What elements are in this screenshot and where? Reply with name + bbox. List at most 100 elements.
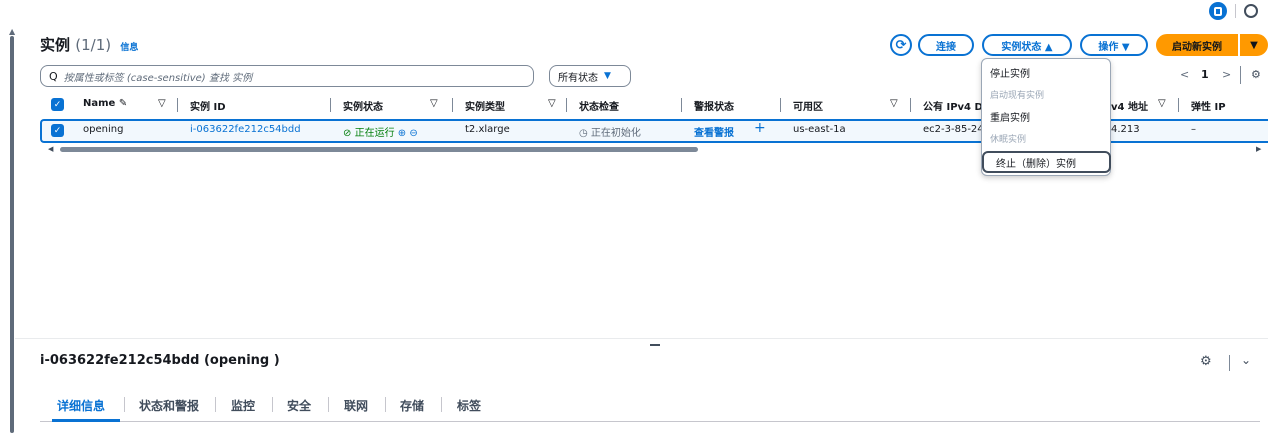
launch-instance-button[interactable]: 启动新实例 bbox=[1156, 34, 1238, 56]
pager-prev[interactable]: < bbox=[1180, 68, 1189, 81]
settings-icon[interactable] bbox=[1244, 4, 1258, 18]
col-type[interactable]: 实例类型 bbox=[465, 98, 505, 113]
divider bbox=[1178, 98, 1179, 112]
divider bbox=[1229, 355, 1230, 371]
page-number: 1 bbox=[1201, 68, 1209, 81]
col-elastic-ip[interactable]: 弹性 IP bbox=[1191, 98, 1226, 113]
top-right-icons bbox=[1209, 0, 1268, 22]
title-text: 实例 bbox=[40, 36, 71, 54]
detail-title: i-063622fe212c54bdd (opening ) bbox=[40, 353, 280, 368]
instance-state-button[interactable]: 实例状态 ▲ bbox=[982, 34, 1072, 56]
scroll-right-icon[interactable]: ▶ bbox=[1256, 145, 1261, 153]
caret-down-icon: ▼ bbox=[604, 71, 611, 81]
col-az[interactable]: 可用区 bbox=[793, 98, 823, 113]
menu-item-stop[interactable]: 停止实例 bbox=[990, 65, 1030, 80]
state-filter-label: 所有状态 bbox=[558, 72, 598, 84]
col-ipv4[interactable]: v4 地址 bbox=[1111, 98, 1148, 113]
instance-id-link[interactable]: i-063622fe212c54bdd bbox=[190, 124, 301, 135]
divider bbox=[215, 397, 216, 412]
tab-tags[interactable]: 标签 bbox=[457, 397, 481, 414]
add-alarm-button[interactable]: + bbox=[754, 120, 766, 136]
cell-type: t2.xlarge bbox=[465, 124, 510, 135]
cloudshell-icon[interactable] bbox=[1209, 2, 1227, 20]
cell-state: ⊘ 正在运行 ⊕ ⊖ bbox=[343, 124, 418, 139]
menu-item-hibernate: 休眠实例 bbox=[990, 135, 1027, 145]
connect-button[interactable]: 连接 bbox=[918, 34, 974, 56]
search-placeholder: 按属性或标签 (case-sensitive) 查找 实例 bbox=[63, 72, 253, 84]
cell-name: opening bbox=[83, 124, 124, 135]
table-settings-icon[interactable]: ⚙ bbox=[1251, 68, 1261, 81]
pager-page[interactable]: 1 bbox=[1201, 68, 1209, 81]
menu-item-reboot[interactable]: 重启实例 bbox=[990, 109, 1030, 124]
launch-dropdown-button[interactable]: ▼ bbox=[1240, 34, 1268, 56]
check-circle-icon: ⊘ bbox=[343, 128, 352, 139]
col-public-dns[interactable]: 公有 IPv4 D bbox=[923, 98, 983, 113]
filter-icon[interactable]: ▽ bbox=[158, 98, 166, 109]
state-filter-select[interactable]: 所有状态 ▼ bbox=[549, 65, 631, 87]
col-name-label: Name bbox=[83, 98, 116, 109]
divider bbox=[452, 98, 453, 112]
divider bbox=[124, 397, 125, 412]
split-panel-handle[interactable] bbox=[650, 344, 660, 346]
split-divider bbox=[15, 338, 1268, 339]
zoom-in-icon[interactable]: ⊕ bbox=[398, 128, 406, 139]
view-alarms-link[interactable]: 查看警报 bbox=[694, 124, 734, 139]
filter-icon[interactable]: ▽ bbox=[548, 98, 556, 109]
cell-status-check: ◷ 正在初始化 bbox=[579, 124, 641, 139]
clock-icon: ◷ bbox=[579, 128, 588, 139]
scroll-left-icon[interactable]: ◀ bbox=[48, 145, 53, 153]
col-status-check[interactable]: 状态检查 bbox=[579, 98, 619, 113]
col-alarm[interactable]: 警报状态 bbox=[694, 98, 734, 113]
divider bbox=[566, 98, 567, 112]
tab-details[interactable]: 详细信息 bbox=[57, 397, 105, 414]
divider bbox=[910, 98, 911, 112]
tab-security[interactable]: 安全 bbox=[287, 397, 311, 414]
pager-next[interactable]: > bbox=[1222, 68, 1231, 81]
col-name[interactable]: Name ✎ bbox=[83, 98, 127, 109]
chevron-down-icon[interactable]: ⌄ bbox=[1241, 353, 1251, 367]
tab-storage[interactable]: 存储 bbox=[400, 397, 424, 414]
cell-ipv4: 4.213 bbox=[1111, 124, 1140, 135]
divider bbox=[385, 397, 386, 412]
collapse-caret-icon[interactable]: ▲ bbox=[9, 27, 15, 36]
divider bbox=[177, 98, 178, 112]
menu-item-terminate[interactable]: 终止（删除）实例 bbox=[982, 151, 1111, 173]
divider bbox=[780, 98, 781, 112]
divider bbox=[1235, 4, 1236, 18]
tab-networking[interactable]: 联网 bbox=[344, 397, 368, 414]
cell-az: us-east-1a bbox=[793, 124, 846, 135]
cell-public-dns: ec2-3-85-24 bbox=[923, 124, 984, 135]
instance-count: (1/1) bbox=[75, 36, 112, 54]
tab-status-alarms[interactable]: 状态和警报 bbox=[139, 397, 199, 414]
filter-icon[interactable]: ▽ bbox=[1158, 98, 1166, 109]
menu-item-start: 启动现有实例 bbox=[990, 91, 1045, 101]
divider bbox=[328, 397, 329, 412]
zoom-out-icon[interactable]: ⊖ bbox=[409, 128, 417, 139]
filter-icon[interactable]: ▽ bbox=[430, 98, 438, 109]
divider bbox=[1240, 66, 1241, 84]
edit-icon: ✎ bbox=[118, 98, 128, 109]
divider bbox=[272, 397, 273, 412]
active-tab-indicator bbox=[52, 419, 120, 422]
select-all-checkbox[interactable]: ✓ bbox=[51, 98, 64, 111]
divider bbox=[681, 98, 682, 112]
filter-icon[interactable]: ▽ bbox=[890, 98, 898, 109]
side-panel-edge[interactable] bbox=[10, 36, 14, 433]
state-text: 正在运行 bbox=[354, 128, 395, 139]
status-check-text: 正在初始化 bbox=[590, 128, 641, 139]
page-title: 实例 (1/1) 信息 bbox=[40, 34, 138, 55]
panel-settings-icon[interactable]: ⚙ bbox=[1200, 354, 1212, 369]
refresh-button[interactable]: ⟳ bbox=[890, 34, 912, 56]
instance-state-menu: 停止实例 启动现有实例 重启实例 休眠实例 终止（删除）实例 bbox=[981, 58, 1111, 176]
search-icon: Q bbox=[49, 69, 58, 83]
col-state[interactable]: 实例状态 bbox=[343, 98, 383, 113]
cell-elastic-ip: – bbox=[1191, 124, 1196, 135]
search-input[interactable]: Q 按属性或标签 (case-sensitive) 查找 实例 bbox=[40, 65, 534, 87]
actions-button[interactable]: 操作 ▼ bbox=[1080, 34, 1148, 56]
row-checkbox[interactable]: ✓ bbox=[51, 124, 64, 137]
info-link[interactable]: 信息 bbox=[120, 43, 138, 53]
tab-monitoring[interactable]: 监控 bbox=[231, 397, 255, 414]
horizontal-scrollbar[interactable] bbox=[60, 147, 698, 152]
col-instance-id[interactable]: 实例 ID bbox=[190, 98, 226, 113]
tabs-baseline bbox=[40, 421, 1260, 422]
